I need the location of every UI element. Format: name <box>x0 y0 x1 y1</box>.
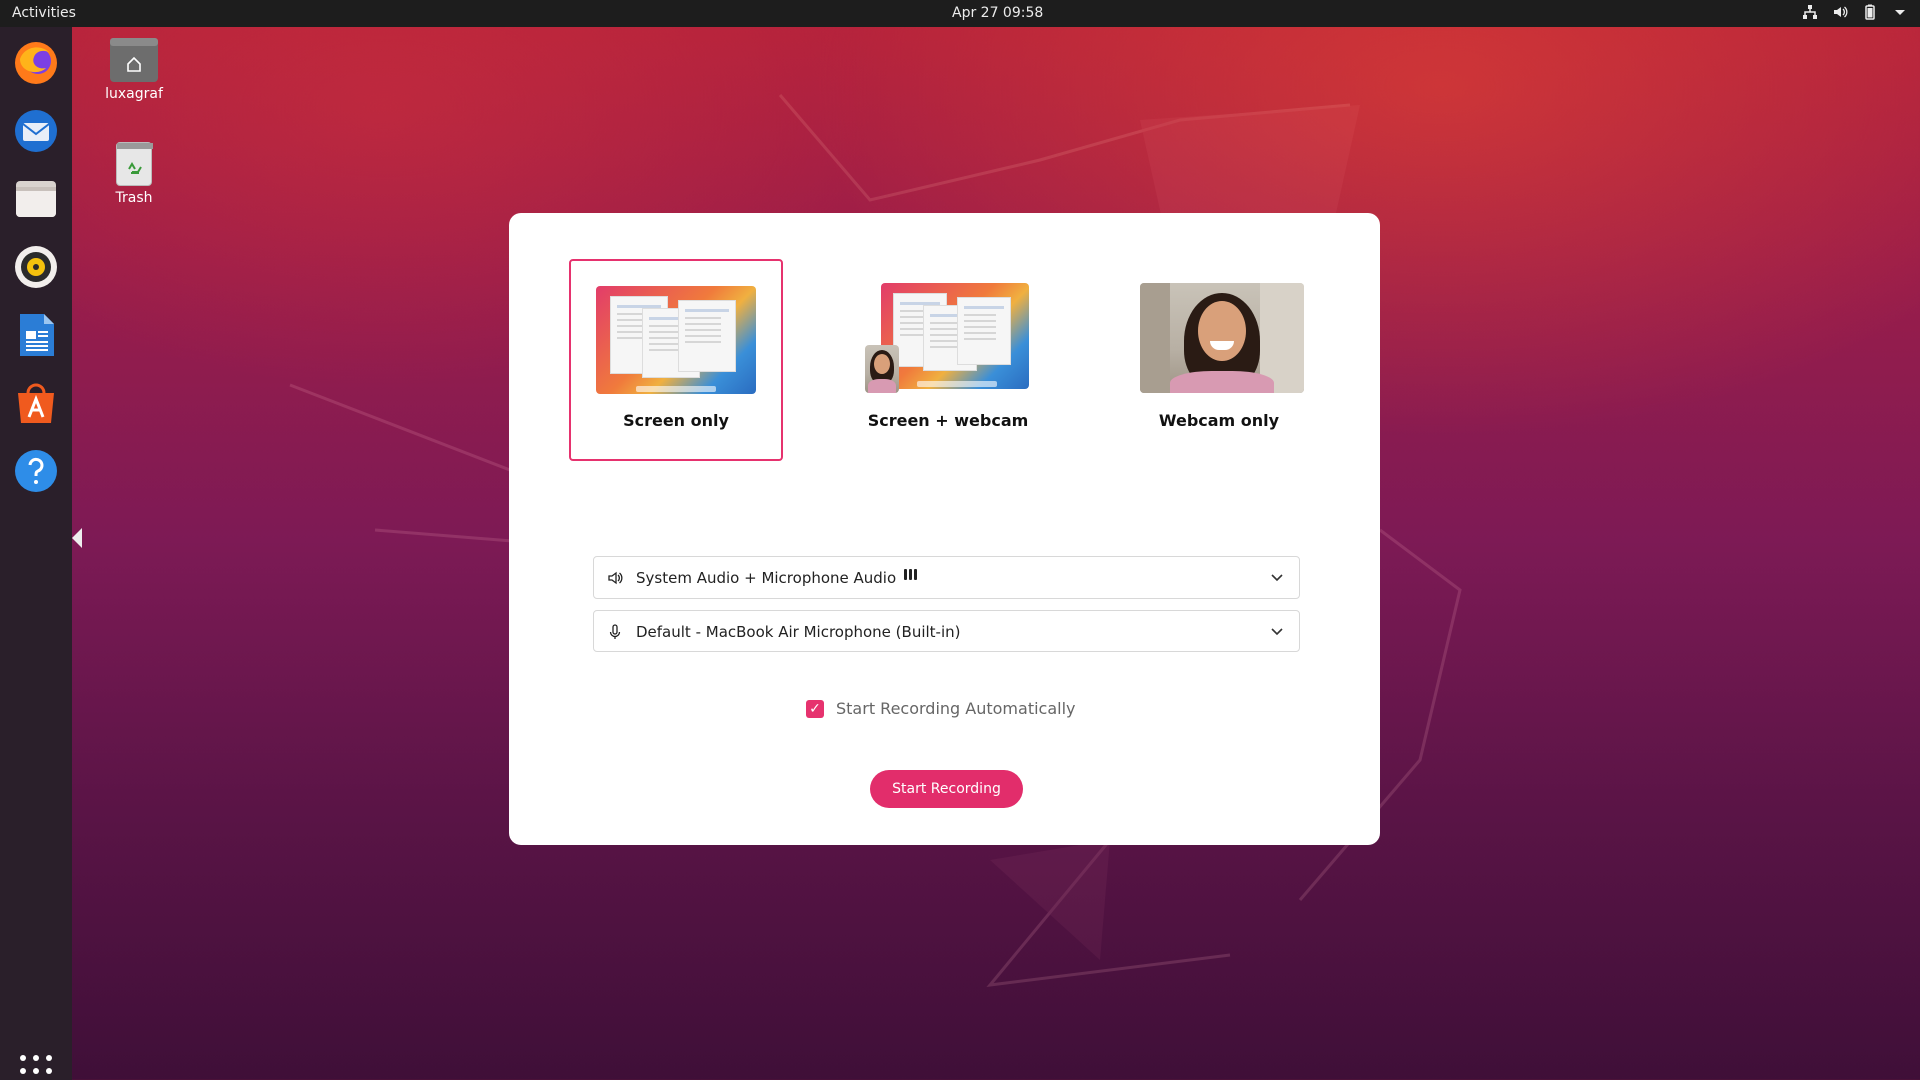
audio-source-value: System Audio + Microphone Audio <box>636 569 897 587</box>
chevron-down-icon[interactable] <box>1269 569 1285 585</box>
desktop-icon-trash[interactable]: Trash <box>84 142 184 206</box>
auto-start-checkbox[interactable]: ✓ <box>806 700 824 718</box>
option-screen-webcam[interactable]: Screen + webcam <box>841 259 1055 461</box>
firefox-icon[interactable] <box>12 39 60 87</box>
system-menu-icon[interactable] <box>1892 4 1908 20</box>
chevron-down-icon[interactable] <box>1269 623 1285 639</box>
webcam-only-thumbnail <box>1140 283 1304 393</box>
option-webcam-only[interactable]: Webcam only <box>1112 259 1326 461</box>
screen-only-thumbnail <box>596 286 756 394</box>
volume-icon[interactable] <box>1832 4 1848 20</box>
home-folder-icon <box>110 38 158 82</box>
recording-setup-dialog: Screen only Screen + webcam Webcam only <box>509 213 1380 845</box>
dock-collapse-arrow-icon[interactable] <box>72 528 82 548</box>
trash-icon <box>116 142 153 186</box>
webcam-overlay-thumbnail <box>865 345 899 393</box>
option-label: Webcam only <box>1158 411 1280 430</box>
top-bar: Activities Apr 27 09:58 <box>0 0 1920 27</box>
activities-button[interactable]: Activities <box>12 5 76 21</box>
option-screen-only[interactable]: Screen only <box>569 259 783 461</box>
desktop-icon-home[interactable]: luxagraf <box>84 38 184 102</box>
libreoffice-writer-icon[interactable] <box>12 311 60 359</box>
option-label: Screen only <box>623 411 729 430</box>
start-recording-button[interactable]: Start Recording <box>870 770 1023 808</box>
clock[interactable]: Apr 27 09:58 <box>952 5 1043 21</box>
desktop-icon-label: Trash <box>115 190 153 206</box>
dock <box>0 27 72 1080</box>
audio-source-select[interactable]: System Audio + Microphone Audio <box>593 556 1300 599</box>
files-icon[interactable] <box>12 175 60 223</box>
network-icon[interactable] <box>1802 4 1818 20</box>
microphone-icon <box>607 624 623 640</box>
desktop-icon-label: luxagraf <box>105 86 163 102</box>
option-label: Screen + webcam <box>867 411 1029 430</box>
auto-start-label: Start Recording Automatically <box>836 699 1076 718</box>
help-icon[interactable] <box>12 447 60 495</box>
ubuntu-software-icon[interactable] <box>12 379 60 427</box>
audio-level-meter-icon <box>904 569 917 580</box>
show-applications-icon[interactable] <box>20 1055 52 1080</box>
microphone-value: Default - MacBook Air Microphone (Built-… <box>636 623 961 641</box>
speaker-icon <box>607 570 623 586</box>
screen-webcam-thumbnail <box>881 283 1029 389</box>
system-tray[interactable] <box>1802 4 1908 20</box>
microphone-select[interactable]: Default - MacBook Air Microphone (Built-… <box>593 610 1300 652</box>
battery-icon[interactable] <box>1862 4 1878 20</box>
thunderbird-icon[interactable] <box>12 107 60 155</box>
rhythmbox-icon[interactable] <box>12 243 60 291</box>
